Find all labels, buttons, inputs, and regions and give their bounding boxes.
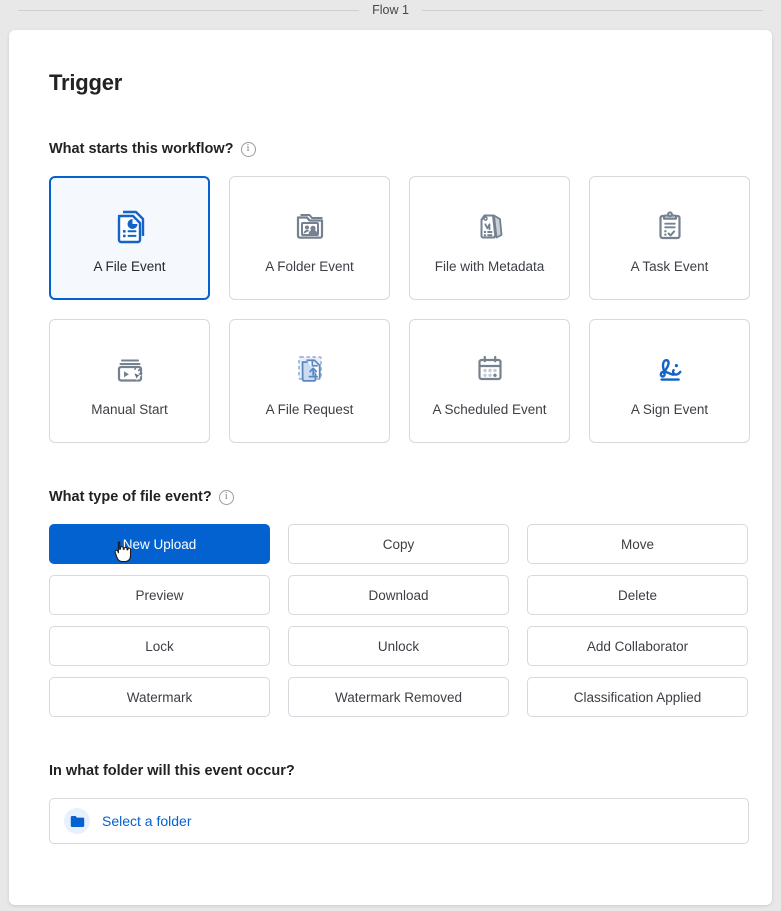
event-type-classification-applied[interactable]: Classification Applied bbox=[527, 677, 748, 717]
event-type-label: Add Collaborator bbox=[586, 638, 689, 654]
page-title: Trigger bbox=[49, 70, 123, 95]
flow-title: Flow 1 bbox=[372, 2, 409, 17]
event-type-new-upload[interactable]: New Upload bbox=[49, 524, 270, 564]
event-type-add-collaborator[interactable]: Add Collaborator bbox=[527, 626, 748, 666]
event-type-label: Classification Applied bbox=[573, 689, 702, 705]
trigger-card-manual-start[interactable]: Manual Start bbox=[49, 319, 210, 443]
trigger-card-a-scheduled-event[interactable]: A Scheduled Event bbox=[409, 319, 570, 443]
event-type-label: Unlock bbox=[377, 638, 420, 654]
file-event-question-label: What type of file event? bbox=[49, 489, 212, 505]
trigger-card-label: A File Event bbox=[93, 258, 166, 274]
event-type-copy[interactable]: Copy bbox=[288, 524, 509, 564]
event-type-lock[interactable]: Lock bbox=[49, 626, 270, 666]
trigger-card-a-folder-event[interactable]: A Folder Event bbox=[229, 176, 390, 300]
event-type-watermark[interactable]: Watermark bbox=[49, 677, 270, 717]
trigger-card-label: Manual Start bbox=[91, 401, 168, 417]
event-type-label: Watermark Removed bbox=[334, 689, 463, 705]
manual-click-icon bbox=[108, 346, 152, 390]
trigger-card-label: A File Request bbox=[265, 401, 354, 417]
event-type-grid: New Upload Copy Move Preview Download De… bbox=[49, 524, 748, 717]
trigger-card-label: A Sign Event bbox=[630, 401, 709, 417]
trigger-card-label: A Scheduled Event bbox=[432, 401, 547, 417]
clipboard-check-icon bbox=[648, 203, 692, 247]
info-icon[interactable]: i bbox=[218, 489, 234, 505]
folder-icon bbox=[64, 808, 90, 834]
event-type-label: Lock bbox=[145, 638, 174, 654]
flow-rule-left bbox=[18, 9, 360, 11]
signature-icon bbox=[648, 346, 692, 390]
trigger-panel: Trigger What starts this workflow? i A F… bbox=[9, 30, 772, 905]
trigger-question-label: What starts this workflow? bbox=[49, 141, 234, 157]
trigger-card-a-task-event[interactable]: A Task Event bbox=[589, 176, 750, 300]
trigger-card-label: A Folder Event bbox=[265, 258, 354, 274]
metadata-tag-icon bbox=[468, 203, 512, 247]
event-type-label: Move bbox=[620, 536, 654, 552]
trigger-card-grid: A File Event A Folder Event File with Me… bbox=[49, 176, 750, 443]
trigger-card-a-file-request[interactable]: A File Request bbox=[229, 319, 390, 443]
event-type-delete[interactable]: Delete bbox=[527, 575, 748, 615]
event-type-label: Download bbox=[368, 587, 429, 603]
event-type-label: Preview bbox=[135, 587, 184, 603]
folder-question: In what folder will this event occur? bbox=[49, 763, 732, 779]
event-type-preview[interactable]: Preview bbox=[49, 575, 270, 615]
event-type-label: Watermark bbox=[126, 689, 193, 705]
event-type-download[interactable]: Download bbox=[288, 575, 509, 615]
folder-people-icon bbox=[288, 203, 332, 247]
info-icon[interactable]: i bbox=[240, 141, 256, 157]
trigger-question: What starts this workflow? i bbox=[49, 141, 732, 157]
trigger-card-label: File with Metadata bbox=[434, 258, 545, 274]
file-event-question: What type of file event? i bbox=[49, 489, 732, 505]
folder-select-field[interactable]: Select a folder bbox=[49, 798, 749, 844]
event-type-watermark-removed[interactable]: Watermark Removed bbox=[288, 677, 509, 717]
trigger-card-file-with-metadata[interactable]: File with Metadata bbox=[409, 176, 570, 300]
event-type-unlock[interactable]: Unlock bbox=[288, 626, 509, 666]
flow-rule-right bbox=[421, 9, 764, 11]
event-type-label: Copy bbox=[382, 536, 415, 552]
calendar-icon bbox=[468, 346, 512, 390]
flow-header: Flow 1 bbox=[0, 0, 781, 20]
event-type-label: New Upload bbox=[122, 536, 197, 552]
folder-select-label: Select a folder bbox=[102, 813, 192, 829]
folder-question-label: In what folder will this event occur? bbox=[49, 763, 295, 779]
event-type-move[interactable]: Move bbox=[527, 524, 748, 564]
event-type-label: Delete bbox=[617, 587, 658, 603]
file-upload-request-icon bbox=[288, 346, 332, 390]
trigger-card-label: A Task Event bbox=[630, 258, 709, 274]
trigger-card-a-sign-event[interactable]: A Sign Event bbox=[589, 319, 750, 443]
file-document-chart-icon bbox=[108, 203, 152, 247]
trigger-card-a-file-event[interactable]: A File Event bbox=[49, 176, 210, 300]
